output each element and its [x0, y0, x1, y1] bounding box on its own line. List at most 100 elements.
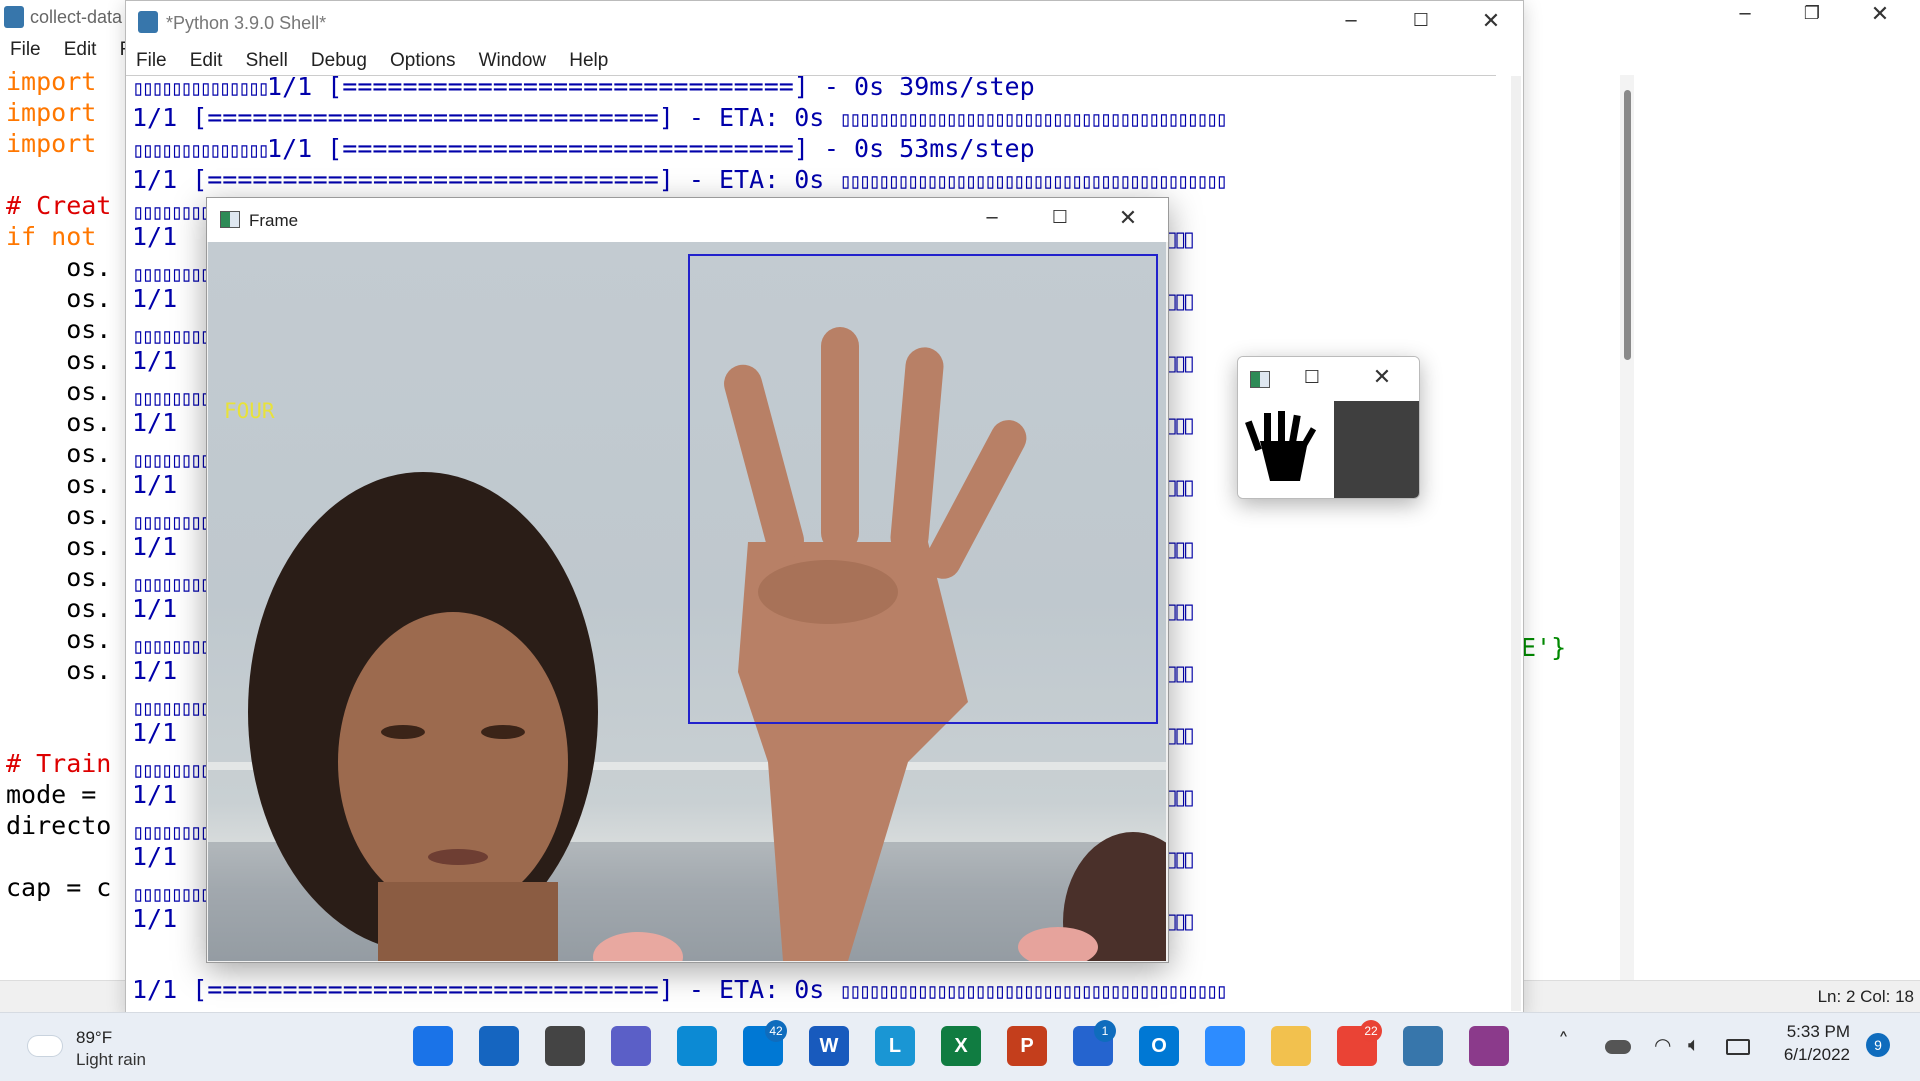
restore-icon[interactable]: ❐ — [1797, 3, 1827, 24]
prediction-label: FOUR — [224, 399, 275, 423]
editor-code-area[interactable]: import import import # Creat if not os. os. … — [0, 66, 130, 991]
code-line: # Creat — [6, 191, 112, 220]
shell-line-fragment: ▯▯▯ — [1166, 847, 1195, 871]
editor-scrollbar-thumb[interactable] — [1624, 90, 1631, 360]
clock-date[interactable]: 6/1/2022 — [1775, 1045, 1850, 1065]
taskbar-task-view-icon[interactable] — [545, 1026, 585, 1066]
code-line: os. — [6, 284, 112, 313]
code-line: import — [6, 129, 97, 158]
code-line: directo — [6, 811, 112, 840]
onedrive-icon[interactable] — [1605, 1040, 1631, 1054]
todo-badge: 1 — [1094, 1020, 1116, 1042]
menu-debug[interactable]: Debug — [311, 50, 367, 71]
volume-icon[interactable]: 🔈︎ — [1688, 1032, 1700, 1056]
taskbar-zoom-icon[interactable] — [1205, 1026, 1245, 1066]
code-line: mode = — [6, 780, 97, 809]
clock-time[interactable]: 5:33 PM — [1780, 1022, 1850, 1042]
taskbar-winrar-icon[interactable] — [1469, 1026, 1509, 1066]
menu-options[interactable]: Options — [390, 50, 455, 71]
close-icon[interactable]: ✕ — [1367, 365, 1397, 390]
shell-line-fragment: ▯▯▯ — [1166, 537, 1195, 561]
shell-line: ▯▯▯▯▯▯▯▯▯▯▯▯▯▯1/1 [=====================… — [132, 134, 1035, 163]
code-line: os. — [6, 408, 112, 437]
frame-titlebar: Frame ─ ☐ ✕ — [207, 198, 1168, 242]
menu-edit[interactable]: Edit — [64, 39, 97, 60]
code-line: os. — [6, 656, 112, 685]
editor-scrollbar[interactable] — [1620, 75, 1634, 995]
close-icon[interactable]: ✕ — [1476, 9, 1506, 34]
taskbar-edge-icon[interactable] — [677, 1026, 717, 1066]
shell-line: 1/1 — [132, 532, 178, 561]
code-line: os. — [6, 501, 112, 530]
taskbar-powerpoint-icon[interactable]: P — [1007, 1026, 1047, 1066]
shell-titlebar: *Python 3.9.0 Shell* ─ ☐ ✕ — [126, 1, 1523, 45]
shell-line: 1/1 — [132, 718, 178, 747]
shell-line: 1/1 — [132, 408, 178, 437]
wifi-icon[interactable]: ◠ — [1654, 1033, 1671, 1057]
code-line: os. — [6, 315, 112, 344]
shell-menubar: File Edit Shell Debug Options Window Hel… — [136, 50, 626, 72]
frame-title: Frame — [249, 211, 299, 230]
shell-line-fragment: ▯▯▯ — [1166, 599, 1195, 623]
shell-line-fragment: ▯▯▯ — [1166, 227, 1195, 251]
frame-window: Frame ─ ☐ ✕ FOUR — [206, 197, 1169, 963]
close-icon[interactable]: ✕ — [1113, 206, 1143, 231]
shell-scrollbar[interactable] — [1511, 76, 1521, 1011]
maximize-icon[interactable]: ☐ — [1406, 10, 1436, 31]
mask-titlebar: ☐ ✕ — [1238, 357, 1419, 401]
maximize-icon[interactable]: ☐ — [1045, 207, 1075, 228]
taskbar-outlook-icon[interactable]: O — [1139, 1026, 1179, 1066]
code-line: os. — [6, 563, 112, 592]
shell-line: 1/1 [==============================] - E… — [132, 103, 1228, 132]
code-line: os. — [6, 594, 112, 623]
menu-window[interactable]: Window — [479, 50, 547, 71]
code-line: import — [6, 67, 97, 96]
editor-title: collect-data — [30, 7, 123, 27]
maximize-icon[interactable]: ☐ — [1300, 367, 1324, 388]
menu-shell[interactable]: Shell — [246, 50, 288, 71]
code-line: os. — [6, 625, 112, 654]
taskbar-excel-icon[interactable]: X — [941, 1026, 981, 1066]
taskbar-start-icon[interactable] — [413, 1026, 453, 1066]
menu-edit[interactable]: Edit — [190, 50, 223, 71]
python-shell-icon — [138, 11, 158, 33]
chrome-badge: 22 — [1360, 1020, 1382, 1042]
taskbar-file-explorer-icon[interactable] — [1271, 1026, 1311, 1066]
weather-temperature: 89°F — [76, 1028, 113, 1047]
shell-line-fragment: ▯▯▯ — [1166, 723, 1195, 747]
taskbar-teams-chat-icon[interactable] — [611, 1026, 651, 1066]
shell-line: 1/1 — [132, 346, 178, 375]
chevron-up-icon[interactable]: ˄ — [1558, 1030, 1569, 1055]
taskbar-python-idle-icon[interactable] — [1403, 1026, 1443, 1066]
shell-line-fragment: ▯▯▯ — [1166, 413, 1195, 437]
menu-file[interactable]: File — [136, 50, 167, 71]
cloud-rain-icon — [28, 1036, 62, 1056]
shell-line-fragment: ▯▯▯ — [1166, 785, 1195, 809]
camera-feed: FOUR — [208, 242, 1166, 961]
menu-help[interactable]: Help — [569, 50, 608, 71]
taskbar-l-app-icon[interactable]: L — [875, 1026, 915, 1066]
shell-line: 1/1 [==============================] - E… — [132, 165, 1228, 194]
shell-line-fragment: ▯▯▯ — [1166, 909, 1195, 933]
code-fragment-right: E'} — [1521, 633, 1567, 662]
code-line: os. — [6, 532, 112, 561]
shell-line-fragment: ▯▯▯ — [1166, 475, 1195, 499]
taskbar-search-icon[interactable] — [479, 1026, 519, 1066]
minimize-icon[interactable]: ─ — [1336, 11, 1366, 32]
notification-count-badge[interactable]: 9 — [1866, 1033, 1890, 1057]
mask-window: ☐ ✕ — [1237, 356, 1420, 499]
close-icon[interactable]: ✕ — [1865, 2, 1895, 27]
minimize-icon[interactable]: ─ — [977, 208, 1007, 229]
shell-line: 1/1 — [132, 780, 178, 809]
opencv-window-icon — [220, 211, 240, 228]
battery-icon[interactable] — [1726, 1039, 1750, 1055]
taskbar-word-icon[interactable]: W — [809, 1026, 849, 1066]
code-line: os. — [6, 470, 112, 499]
shell-title: *Python 3.9.0 Shell* — [166, 13, 327, 33]
person-face — [338, 612, 568, 912]
code-line: os. — [6, 439, 112, 468]
minimize-icon[interactable]: ─ — [1730, 4, 1760, 25]
code-line: if not — [6, 222, 97, 251]
code-line: os. — [6, 346, 112, 375]
menu-file[interactable]: File — [10, 39, 41, 60]
